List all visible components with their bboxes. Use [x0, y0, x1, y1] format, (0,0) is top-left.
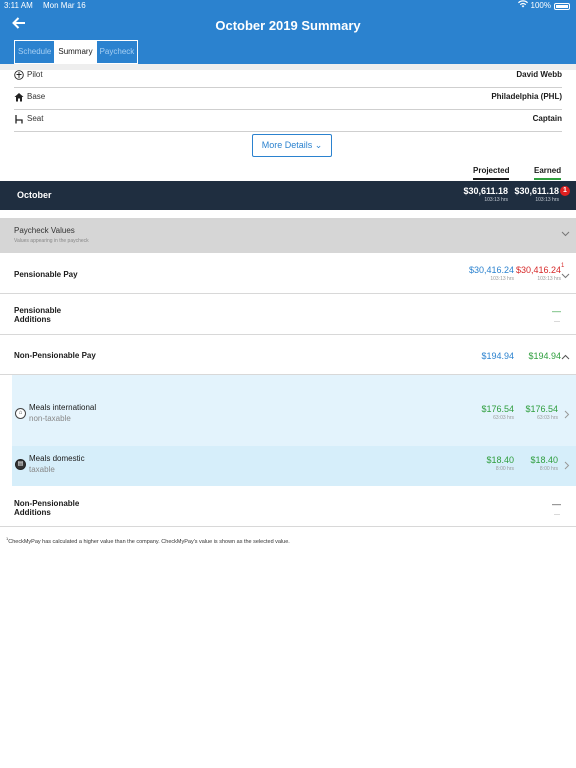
item-earned-hours: 63:03 hrs: [537, 415, 558, 421]
chevron-right-icon: [564, 461, 570, 472]
period-projected: $30,611.18 103:13 hrs: [463, 186, 508, 204]
paycheck-values-header[interactable]: Paycheck Values Values appearing in the …: [0, 218, 576, 253]
item-earned-amount: $176.54: [525, 404, 558, 414]
item-description: taxable: [29, 465, 55, 474]
pensionable-projected-hours: 103:13 hrs: [490, 276, 514, 282]
more-details-label: More Details: [261, 140, 313, 150]
non-pensionable-earned: $194.94: [528, 351, 561, 362]
period-earned: $30,611.18 103:13 hrs: [514, 186, 559, 204]
tab-paycheck[interactable]: Paycheck: [96, 41, 138, 63]
base-label: Base: [27, 92, 46, 101]
item-projected-hours: 8:00 hrs: [495, 466, 514, 472]
tab-schedule[interactable]: Schedule: [15, 41, 56, 63]
pilot-value: David Webb: [516, 70, 562, 79]
pensionable-earned-hours: 103:13 hrs: [537, 276, 561, 282]
section-title: Paycheck Values: [14, 226, 75, 235]
chevron-right-icon: [564, 410, 570, 421]
non-pensionable-additions-label-line2: Additions: [14, 508, 51, 517]
seat-label: Seat: [27, 114, 44, 123]
projected-column-header: Projected: [473, 166, 510, 180]
non-pensionable-projected: $194.94: [481, 351, 514, 362]
alert-badge: 1: [560, 186, 570, 196]
item-earned: $176.54 63:03 hrs: [525, 404, 558, 422]
item-projected-amount: $176.54: [481, 404, 514, 414]
app-header: October 2019 Summary Schedule Summary Pa…: [0, 12, 576, 66]
pensionable-earned: $30,416.24 103:13 hrs: [516, 265, 561, 283]
item-earned-hours: 8:00 hrs: [539, 466, 558, 472]
non-pensionable-additions-hours: —: [554, 512, 560, 518]
list-item[interactable]: ⌂ Meals international non-taxable $176.5…: [12, 395, 576, 435]
more-details-button[interactable]: More Details ⌄: [252, 134, 332, 157]
footnote-text: CheckMyPay has calculated a higher value…: [8, 538, 290, 545]
item-projected: $176.54 63:03 hrs: [481, 404, 514, 422]
non-pensionable-projected-amount: $194.94: [481, 351, 514, 361]
period-projected-hours: 103:13 hrs: [484, 197, 508, 203]
pensionable-earned-amount: $30,416.24: [515, 265, 561, 275]
item-name: Meals international: [29, 403, 97, 412]
item-description: non-taxable: [29, 414, 71, 423]
chevron-up-icon: [561, 352, 570, 362]
item-projected: $18.40 8:00 hrs: [486, 455, 514, 473]
period-name: October: [17, 190, 52, 200]
section-subtitle: Values appearing in the paycheck: [14, 238, 89, 244]
tab-bar: Schedule Summary Paycheck: [14, 40, 139, 64]
pilot-label: Pilot: [27, 70, 43, 79]
pensionable-projected-amount: $30,416.24: [468, 265, 514, 275]
home-icon: [14, 92, 24, 102]
chevron-down-icon: [561, 229, 570, 239]
item-projected-amount: $18.40: [486, 455, 514, 465]
status-date: Mon Mar 16: [43, 1, 86, 10]
status-time: 3:11 AM: [4, 1, 33, 10]
footnote: 1CheckMyPay has calculated a higher valu…: [6, 535, 290, 546]
seat-icon: [14, 114, 24, 124]
earned-column-header: Earned: [534, 166, 562, 180]
tab-summary[interactable]: Summary: [55, 41, 97, 63]
list-item[interactable]: ▤ Meals domestic taxable $18.40 8:00 hrs…: [12, 446, 576, 486]
pensionable-additions-value: —: [552, 306, 561, 316]
pensionable-pay-label: Pensionable Pay: [14, 270, 78, 279]
wifi-icon: [517, 0, 528, 12]
base-row: Base Philadelphia (PHL): [14, 88, 562, 110]
seat-value: Captain: [532, 114, 562, 123]
pensionable-additions-label-line2: Additions: [14, 315, 51, 324]
non-pensionable-additions-row[interactable]: Non-Pensionable Additions — —: [0, 487, 576, 527]
meals-domestic-icon: ▤: [15, 459, 26, 470]
footnote-marker: 1: [561, 263, 565, 269]
page-title: October 2019 Summary: [215, 18, 361, 33]
item-projected-hours: 63:03 hrs: [493, 415, 514, 421]
item-earned: $18.40 8:00 hrs: [530, 455, 558, 473]
chevron-down-icon: [561, 271, 570, 281]
pensionable-additions-hours: —: [554, 319, 560, 325]
seat-row: Seat Captain: [14, 110, 562, 132]
period-row[interactable]: October $30,611.18 103:13 hrs $30,611.18…: [0, 181, 576, 210]
non-pensionable-pay-label: Non-Pensionable Pay: [14, 351, 96, 360]
battery-icon: [554, 2, 570, 10]
item-name: Meals domestic: [29, 454, 85, 463]
pilot-icon: [14, 70, 24, 80]
battery-percent: 100%: [530, 1, 551, 10]
base-value: Philadelphia (PHL): [491, 92, 562, 101]
pensionable-projected: $30,416.24 103:13 hrs: [469, 265, 514, 283]
pilot-row: Pilot David Webb: [14, 66, 562, 88]
chevron-down-icon: ⌄: [314, 140, 323, 150]
pensionable-additions-row[interactable]: Pensionable Additions — —: [0, 295, 576, 335]
period-earned-amount: $30,611.18: [514, 186, 559, 196]
non-pensionable-earned-amount: $194.94: [528, 351, 561, 361]
pensionable-pay-row[interactable]: Pensionable Pay $30,416.24 103:13 hrs $3…: [0, 254, 576, 294]
non-pensionable-pay-row[interactable]: Non-Pensionable Pay $194.94 $194.94: [0, 336, 576, 375]
item-earned-amount: $18.40: [530, 455, 558, 465]
status-bar: 3:11 AM Mon Mar 16 100%: [0, 0, 576, 12]
period-projected-amount: $30,611.18: [463, 186, 508, 196]
meals-international-icon: ⌂: [15, 408, 26, 419]
period-earned-hours: 103:13 hrs: [535, 197, 559, 203]
non-pensionable-additions-value: —: [552, 499, 561, 509]
